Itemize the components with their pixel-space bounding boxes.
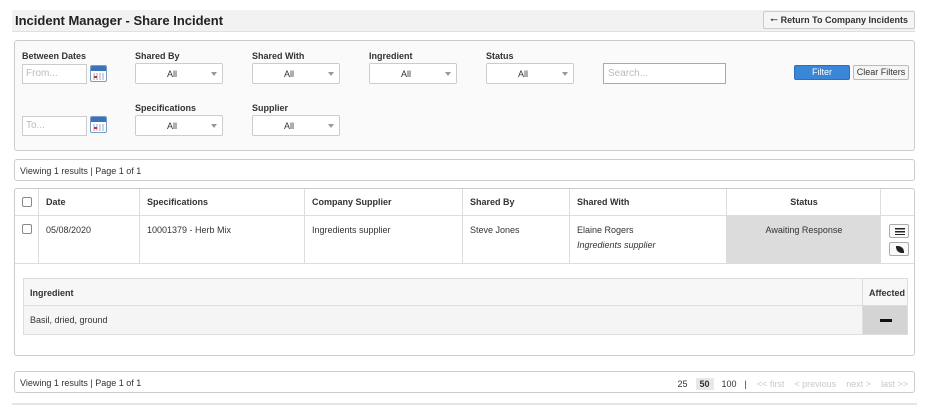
return-button-label: Return To Company Incidents [780,15,908,25]
chevron-down-icon [328,72,334,76]
supplier-label: Supplier [252,103,289,113]
shared-by-select[interactable]: All [135,63,223,84]
cell-actions [881,216,914,263]
status-select[interactable]: All [486,63,574,84]
row-select-cell [15,216,39,263]
column-header-shared-with[interactable]: Shared With [570,189,727,215]
pagination: 25 50 100 | << first < previous next > l… [673,378,908,390]
cell-shared-with: Elaine Rogers Ingredients supplier [570,216,727,263]
clear-filters-button[interactable]: Clear Filters [853,65,909,80]
last-page-link[interactable]: last >> [881,379,908,389]
status-label: Status [486,51,514,61]
ingredient-select[interactable]: All [369,63,457,84]
from-date-input[interactable]: From... [22,64,87,84]
leaf-icon [896,246,904,253]
filter-panel: Between Dates From... To... Shared By Al… [14,40,915,151]
shared-with-select[interactable]: All [252,63,340,84]
page-size-100[interactable]: 100 [718,378,741,390]
cell-shared-by: Steve Jones [463,216,570,263]
ingredient-action-button[interactable] [889,242,909,256]
pagination-separator: | [744,379,747,389]
ingredient-label: Ingredient [369,51,413,61]
cell-specification: 10001379 - Herb Mix [140,216,305,263]
incidents-table: Date Specifications Company Supplier Sha… [14,188,915,356]
column-header-shared-by[interactable]: Shared By [463,189,570,215]
page-size-25[interactable]: 25 [673,378,691,390]
results-summary-text: Viewing 1 results | Page 1 of 1 [20,378,142,388]
chevron-down-icon [211,72,217,76]
first-page-link[interactable]: << first [757,379,785,389]
chevron-down-icon [445,72,451,76]
cell-date: 05/08/2020 [39,216,140,263]
table-row: 05/08/2020 10001379 - Herb Mix Ingredien… [15,216,914,264]
calendar-icon[interactable] [90,65,107,82]
supplier-select[interactable]: All [252,115,340,136]
view-details-button[interactable] [889,224,909,238]
shared-with-name: Elaine Rogers [577,225,634,235]
results-summary-bottom: Viewing 1 results | Page 1 of 1 25 50 10… [14,371,915,393]
column-header-specifications[interactable]: Specifications [140,189,305,215]
shared-by-label: Shared By [135,51,180,61]
calendar-icon[interactable] [90,116,107,133]
dash-icon [880,319,892,322]
chevron-down-icon [211,124,217,128]
shared-with-company: Ingredients supplier [577,240,656,250]
column-header-affected: Affected [862,279,907,305]
column-header-company-supplier[interactable]: Company Supplier [305,189,463,215]
filter-button[interactable]: Filter [794,65,850,80]
column-header-date[interactable]: Date [39,189,140,215]
row-checkbox[interactable] [22,224,32,234]
chevron-down-icon [562,72,568,76]
list-icon [895,228,905,235]
cell-company-supplier: Ingredients supplier [305,216,463,263]
return-to-company-incidents-button[interactable]: 🠀 Return To Company Incidents [763,11,915,29]
page-size-50[interactable]: 50 [695,378,714,390]
previous-page-link[interactable]: < previous [794,379,836,389]
specifications-select[interactable]: All [135,115,223,136]
column-header-status[interactable]: Status [727,189,881,215]
to-date-input[interactable]: To... [22,116,87,136]
page-title: Incident Manager - Share Incident [15,13,224,28]
shared-with-label: Shared With [252,51,305,61]
ingredient-sub-table: Ingredient Affected Basil, dried, ground [23,278,908,335]
footer-divider [12,403,917,405]
cell-affected [862,306,907,334]
between-dates-label: Between Dates [22,51,87,61]
specifications-label: Specifications [135,103,197,113]
select-all-checkbox[interactable] [22,197,32,207]
arrow-left-icon: 🠀 [770,15,778,25]
table-header-row: Date Specifications Company Supplier Sha… [15,189,914,216]
column-header-ingredient: Ingredient [30,288,74,298]
page-header: Incident Manager - Share Incident 🠀 Retu… [12,10,915,32]
search-input[interactable]: Search... [603,63,726,84]
next-page-link[interactable]: next > [846,379,871,389]
sub-table-row: Basil, dried, ground [24,306,907,334]
column-header-actions [881,189,914,215]
results-summary-top: Viewing 1 results | Page 1 of 1 [14,159,915,181]
results-summary-text: Viewing 1 results | Page 1 of 1 [20,166,142,176]
cell-status: Awaiting Response [727,216,881,263]
cell-ingredient: Basil, dried, ground [30,315,108,325]
sub-table-header-row: Ingredient Affected [24,279,907,306]
select-all-cell [15,189,39,215]
chevron-down-icon [328,124,334,128]
